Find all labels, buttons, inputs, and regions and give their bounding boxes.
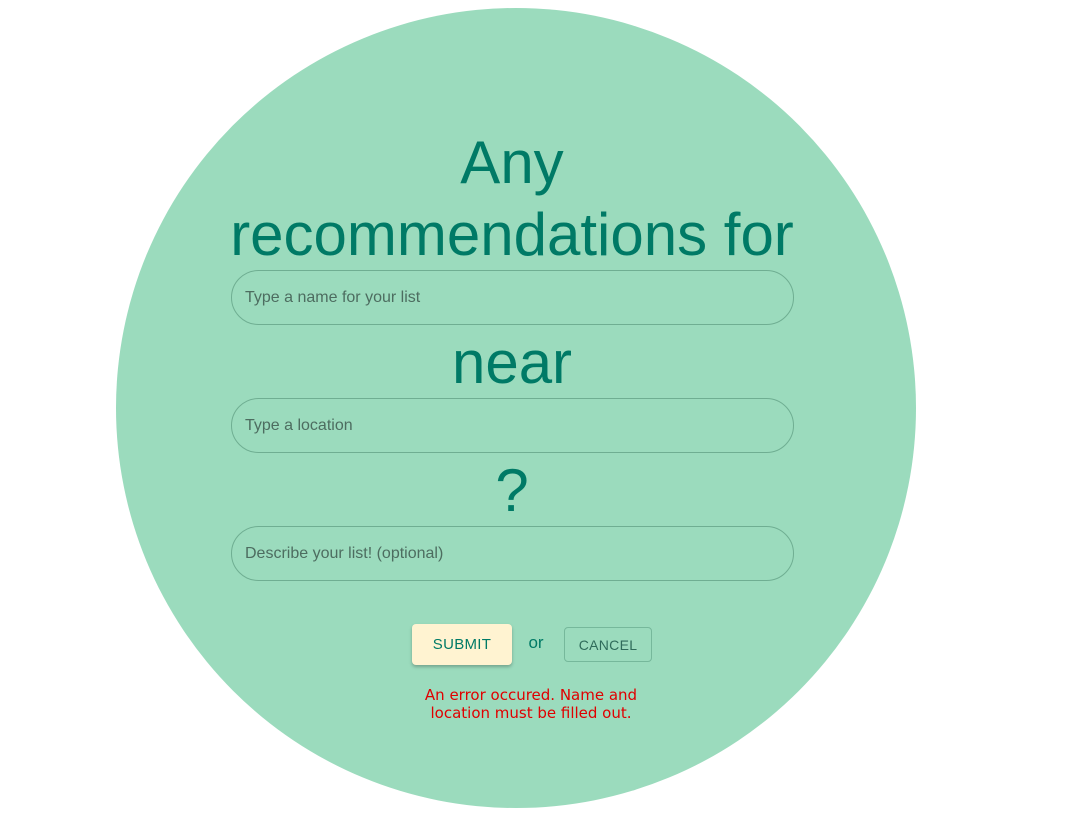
heading-recommendations-for: recommendations for xyxy=(230,201,794,268)
location-input[interactable] xyxy=(231,398,794,453)
list-description-input[interactable] xyxy=(231,526,794,581)
heading-near: near xyxy=(451,329,573,396)
submit-button[interactable]: SUBMIT xyxy=(412,624,512,665)
heading-question-mark: ? xyxy=(495,457,529,524)
list-name-input[interactable] xyxy=(231,270,794,325)
heading-any: Any xyxy=(460,129,564,196)
or-separator: or xyxy=(528,633,544,652)
cancel-button[interactable]: CANCEL xyxy=(564,627,652,662)
error-message: An error occured. Name and location must… xyxy=(424,686,638,722)
